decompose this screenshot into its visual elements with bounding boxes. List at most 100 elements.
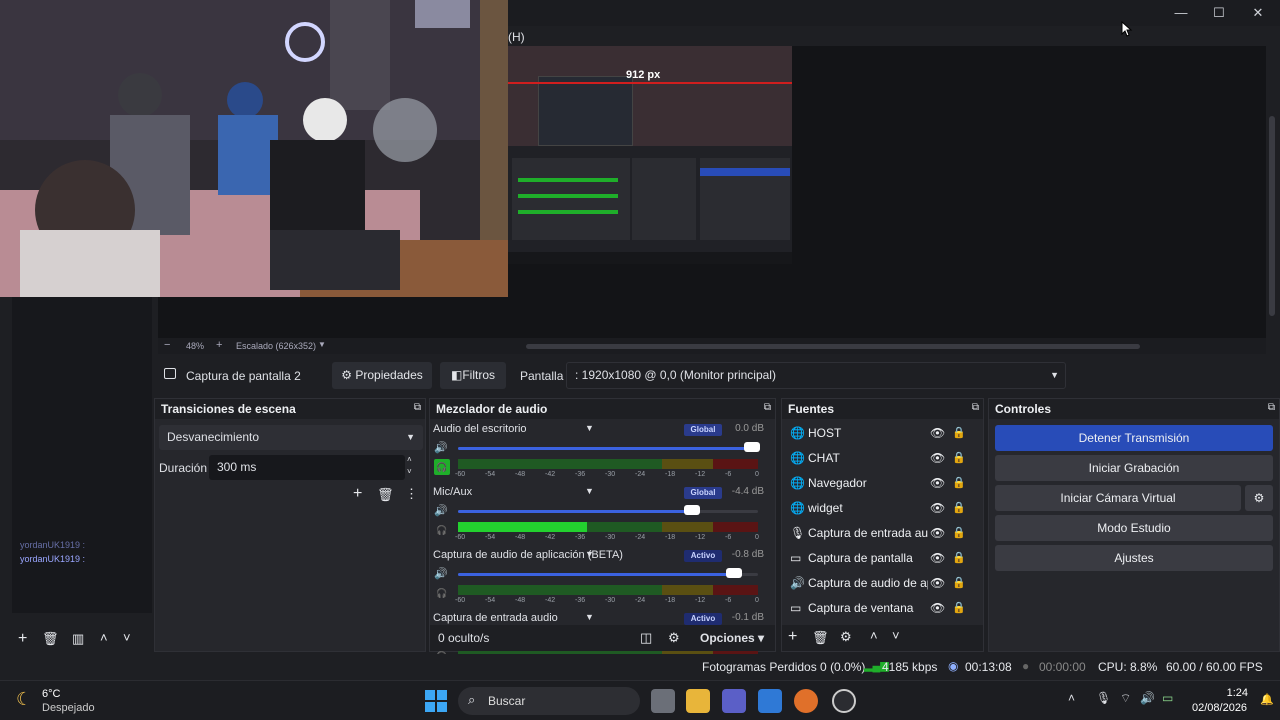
volume-handle[interactable] [684,505,700,515]
add-transition-button[interactable]: + [353,485,362,503]
source-item[interactable]: ▭ Captura de pantalla 👁 🔒 [786,546,976,571]
lock-icon[interactable]: 🔒 [952,446,966,471]
zoom-in-button[interactable]: + [216,339,222,351]
file-explorer-icon[interactable] [686,689,710,713]
notifications-icon[interactable]: 🔔 [1260,693,1274,706]
source-item[interactable]: ▭ Captura de ventana 👁 🔒 [786,596,976,621]
undock-icon[interactable]: ⧉ [764,402,771,413]
eye-icon[interactable]: 👁 [930,521,945,546]
minimize-button[interactable]: — [1172,4,1190,22]
chevron-down-icon[interactable]: ▼ [585,549,594,559]
filters-button[interactable]: ◧Filtros [440,362,506,389]
volume-slider[interactable] [458,510,758,513]
preview-vscroll[interactable] [1266,46,1280,354]
store-icon[interactable] [758,689,782,713]
clock-date: 02/08/2026 [1192,702,1248,714]
volume-slider[interactable] [458,447,758,450]
eye-icon[interactable]: 👁 [930,596,945,621]
source-item[interactable]: 🌐 widget 👁 🔒 [786,496,976,521]
virtual-camera-button[interactable]: Iniciar Cámara Virtual [995,485,1241,511]
lock-icon[interactable]: 🔒 [952,471,966,496]
source-item[interactable]: 🔊 Captura de audio de ap 👁 🔒 [786,571,976,596]
menu-help[interactable]: (H) [508,30,525,44]
tray-chevron-icon[interactable]: ˄ [1068,691,1075,705]
lock-icon[interactable]: 🔒 [952,521,966,546]
undock-icon[interactable]: ⧉ [1268,402,1275,413]
headphones-icon[interactable]: 🎧 [434,459,450,475]
taskbar-search[interactable]: ⌕ Buscar [458,687,640,715]
speaker-icon[interactable]: 🔊 [434,441,448,454]
close-button[interactable]: ✕ [1249,4,1267,22]
stepper-down-icon[interactable]: ˅ [407,467,412,476]
preview-hscroll[interactable] [526,344,1140,349]
lock-icon[interactable]: 🔒 [952,546,966,571]
eye-icon[interactable]: 👁 [930,471,945,496]
move-up-button[interactable]: ˄ [870,628,878,643]
trash-icon[interactable]: 🗑 [377,487,394,503]
eye-icon[interactable]: 👁 [930,421,945,446]
teams-icon[interactable] [722,689,746,713]
volume-fill [458,573,740,576]
source-item[interactable]: 🌐 HOST 👁 🔒 [786,421,976,446]
properties-button[interactable]: ⚙ Propiedades [332,362,432,389]
chevron-down-icon[interactable]: ▼ [585,486,594,496]
eye-icon[interactable]: 👁 [930,496,945,521]
trash-icon[interactable]: 🗑 [812,630,829,646]
source-item[interactable]: 🌐 Navegador 👁 🔒 [786,471,976,496]
headphones-icon[interactable]: 🎧 [434,522,450,538]
add-source-button[interactable]: + [788,628,797,646]
advanced-audio-icon[interactable]: ⚙ [668,630,680,646]
undock-icon[interactable]: ⧉ [414,402,421,413]
display-select[interactable]: : 1920x1080 @ 0,0 (Monitor principal) ▼ [566,362,1066,389]
add-scene-button[interactable]: + [18,630,27,648]
scale-tick: -60 [455,471,466,478]
task-view-icon[interactable] [651,689,675,713]
speaker-icon[interactable]: 🔊 [434,504,448,517]
microphone-icon[interactable]: 🎙 [1096,691,1111,705]
move-up-button[interactable]: ˄ [100,630,108,645]
lock-icon[interactable]: 🔒 [952,596,966,621]
source-type-icon: 🌐 [790,426,805,440]
volume-handle[interactable] [744,442,760,452]
studio-mode-button[interactable]: Modo Estudio [995,515,1273,541]
gear-icon[interactable]: ⚙ [840,629,852,645]
speaker-icon[interactable]: 🔊 [434,567,448,580]
source-item[interactable]: 🌐 CHAT 👁 🔒 [786,446,976,471]
filter-icon[interactable]: ▥ [72,631,84,647]
transition-select[interactable]: Desvanecimiento ▼ [159,425,423,450]
source-item[interactable]: 🎙 Captura de entrada auc 👁 🔒 [786,521,976,546]
start-recording-button[interactable]: Iniciar Grabación [995,455,1273,481]
chevron-down-icon[interactable]: ▼ [585,423,594,433]
lock-icon[interactable]: 🔒 [952,496,966,521]
firefox-icon[interactable] [794,689,818,713]
eye-icon[interactable]: 👁 [930,446,945,471]
stop-stream-button[interactable]: Detener Transmisión [995,425,1273,451]
volume-slider[interactable] [458,573,758,576]
stepper-up-icon[interactable]: ˄ [407,455,412,464]
chevron-down-icon[interactable]: ▼ [318,340,326,349]
more-options-icon[interactable]: ⋮ [405,486,418,502]
settings-button[interactable]: Ajustes [995,545,1273,571]
virtual-camera-settings-button[interactable]: ⚙ [1245,485,1273,511]
eye-icon[interactable]: 👁 [930,546,945,571]
headphones-icon[interactable]: 🎧 [434,585,450,601]
windows-start-icon[interactable] [425,690,447,712]
options-button[interactable]: Opciones ▾ [700,631,764,645]
duration-input[interactable]: 300 ms [209,455,405,480]
volume-handle[interactable] [726,568,742,578]
zoom-out-button[interactable]: − [164,339,170,351]
battery-icon[interactable]: ▭ [1162,691,1173,705]
wifi-icon[interactable]: ⌔ [1120,691,1131,706]
eye-icon[interactable]: 👁 [930,571,945,596]
layout-icon[interactable]: ◫ [640,630,652,646]
obs-icon[interactable] [832,689,856,713]
lock-icon[interactable]: 🔒 [952,421,966,446]
chevron-down-icon[interactable]: ▼ [585,612,594,622]
volume-icon[interactable]: 🔊 [1140,691,1155,705]
move-down-button[interactable]: ˅ [892,628,900,643]
lock-icon[interactable]: 🔒 [952,571,966,596]
trash-icon[interactable]: 🗑 [42,631,59,647]
undock-icon[interactable]: ⧉ [972,402,979,413]
move-down-button[interactable]: ˅ [123,630,131,645]
maximize-button[interactable]: ☐ [1210,4,1228,22]
